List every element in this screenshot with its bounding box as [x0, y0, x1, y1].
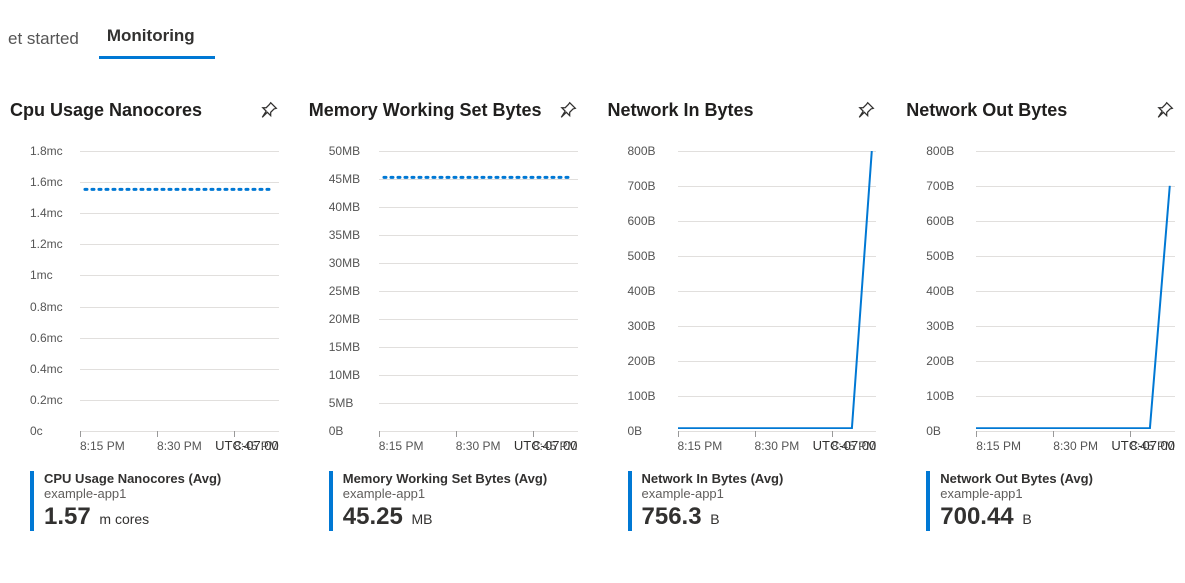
y-tick-label: 25MB — [329, 284, 360, 298]
y-tick-label: 15MB — [329, 340, 360, 354]
chart-title: Network In Bytes — [608, 100, 754, 121]
x-tick-label: 8:15 PM — [678, 439, 723, 453]
x-tick-label: 8:15 PM — [976, 439, 1021, 453]
gridline — [678, 431, 877, 432]
legend-resource-name: example-app1 — [44, 486, 279, 501]
y-tick-label: 600B — [926, 214, 954, 228]
y-tick-label: 300B — [926, 319, 954, 333]
gridline — [379, 431, 578, 432]
chart-legend: Network Out Bytes (Avg)example-app1 700.4… — [926, 471, 1175, 531]
y-tick-label: 1mc — [30, 268, 53, 282]
x-tick-label: 8:30 PM — [1053, 439, 1098, 453]
chart-legend: CPU Usage Nanocores (Avg)example-app1 1.5… — [30, 471, 279, 531]
y-tick-label: 0.8mc — [30, 300, 63, 314]
y-tick-label: 800B — [628, 144, 656, 158]
y-tick-label: 1.8mc — [30, 144, 63, 158]
legend-series-name: Network Out Bytes (Avg) — [940, 471, 1175, 486]
y-tick-label: 1.2mc — [30, 237, 63, 251]
y-tick-label: 200B — [628, 354, 656, 368]
pin-icon[interactable] — [856, 101, 876, 121]
x-tick-label: 8:15 PM — [80, 439, 125, 453]
timezone-label: UTC-07:00 — [813, 438, 877, 453]
y-tick-label: 0.4mc — [30, 362, 63, 376]
y-tick-label: 40MB — [329, 200, 360, 214]
y-tick-label: 0c — [30, 424, 43, 438]
x-tick-label: 8:30 PM — [157, 439, 202, 453]
chart-legend: Network In Bytes (Avg)example-app1 756.3 … — [628, 471, 877, 531]
legend-resource-name: example-app1 — [642, 486, 877, 501]
x-tick-label: 8:30 PM — [456, 439, 501, 453]
y-tick-label: 500B — [926, 249, 954, 263]
y-tick-label: 400B — [628, 284, 656, 298]
chart-title: Cpu Usage Nanocores — [10, 100, 202, 121]
chart-title: Network Out Bytes — [906, 100, 1067, 121]
chart-area[interactable]: 800B700B600B500B400B300B200B100B0B8:15 P… — [926, 151, 1175, 431]
legend-resource-name: example-app1 — [940, 486, 1175, 501]
timezone-label: UTC-07:00 — [514, 438, 578, 453]
chart-title: Memory Working Set Bytes — [309, 100, 542, 121]
y-tick-label: 700B — [926, 179, 954, 193]
gridline — [976, 431, 1175, 432]
y-tick-label: 200B — [926, 354, 954, 368]
chart-panel-mem: Memory Working Set Bytes 50MB 45MB 40MB 35MB… — [309, 100, 578, 531]
chart-area[interactable]: 800B700B600B500B400B300B200B100B0B8:15 P… — [628, 151, 877, 431]
y-tick-label: 0B — [329, 424, 344, 438]
pin-icon[interactable] — [259, 101, 279, 121]
y-tick-label: 10MB — [329, 368, 360, 382]
timezone-label: UTC-07:00 — [215, 438, 279, 453]
y-tick-label: 30MB — [329, 256, 360, 270]
charts-row: Cpu Usage Nanocores 1.8mc 1.6mc 1.4mc 1.2mc 1… — [0, 60, 1185, 531]
y-tick-label: 300B — [628, 319, 656, 333]
y-tick-label: 0.6mc — [30, 331, 63, 345]
legend-series-name: CPU Usage Nanocores (Avg) — [44, 471, 279, 486]
x-tick-label: 8:15 PM — [379, 439, 424, 453]
y-tick-label: 500B — [628, 249, 656, 263]
tab-bar: et started Monitoring — [0, 0, 1185, 60]
legend-value: 756.3 B — [642, 503, 877, 531]
pin-icon[interactable] — [558, 101, 578, 121]
legend-value: 700.44 B — [940, 503, 1175, 531]
y-tick-label: 700B — [628, 179, 656, 193]
y-tick-label: 800B — [926, 144, 954, 158]
legend-series-name: Network In Bytes (Avg) — [642, 471, 877, 486]
chart-legend: Memory Working Set Bytes (Avg)example-ap… — [329, 471, 578, 531]
y-tick-label: 100B — [628, 389, 656, 403]
y-tick-label: 5MB — [329, 396, 354, 410]
y-tick-label: 100B — [926, 389, 954, 403]
y-tick-label: 20MB — [329, 312, 360, 326]
y-tick-label: 600B — [628, 214, 656, 228]
legend-series-name: Memory Working Set Bytes (Avg) — [343, 471, 578, 486]
pin-icon[interactable] — [1155, 101, 1175, 121]
chart-panel-cpu: Cpu Usage Nanocores 1.8mc 1.6mc 1.4mc 1.2mc 1… — [10, 100, 279, 531]
y-tick-label: 50MB — [329, 144, 360, 158]
chart-area[interactable]: 1.8mc1.6mc1.4mc1.2mc1mc0.8mc0.6mc0.4mc0.… — [30, 151, 279, 431]
legend-resource-name: example-app1 — [343, 486, 578, 501]
legend-value: 45.25 MB — [343, 503, 578, 531]
y-tick-label: 1.4mc — [30, 206, 63, 220]
x-tick-label: 8:30 PM — [755, 439, 800, 453]
chart-panel-netout: Network Out Bytes 800B 700B 600B 500B 400B 300… — [906, 100, 1175, 531]
chart-panel-netin: Network In Bytes 800B 700B 600B 500B 400B 300B… — [608, 100, 877, 531]
chart-area[interactable]: 50MB45MB40MB35MB30MB25MB20MB15MB10MB5MB0… — [329, 151, 578, 431]
y-tick-label: 0B — [628, 424, 643, 438]
legend-value: 1.57 m cores — [44, 503, 279, 531]
y-tick-label: 45MB — [329, 172, 360, 186]
y-tick-label: 400B — [926, 284, 954, 298]
gridline — [80, 431, 279, 432]
y-tick-label: 1.6mc — [30, 175, 63, 189]
tab-get-started[interactable]: et started — [0, 19, 99, 59]
y-tick-label: 35MB — [329, 228, 360, 242]
timezone-label: UTC-07:00 — [1111, 438, 1175, 453]
y-tick-label: 0.2mc — [30, 393, 63, 407]
y-tick-label: 0B — [926, 424, 941, 438]
tab-monitoring[interactable]: Monitoring — [99, 16, 215, 59]
